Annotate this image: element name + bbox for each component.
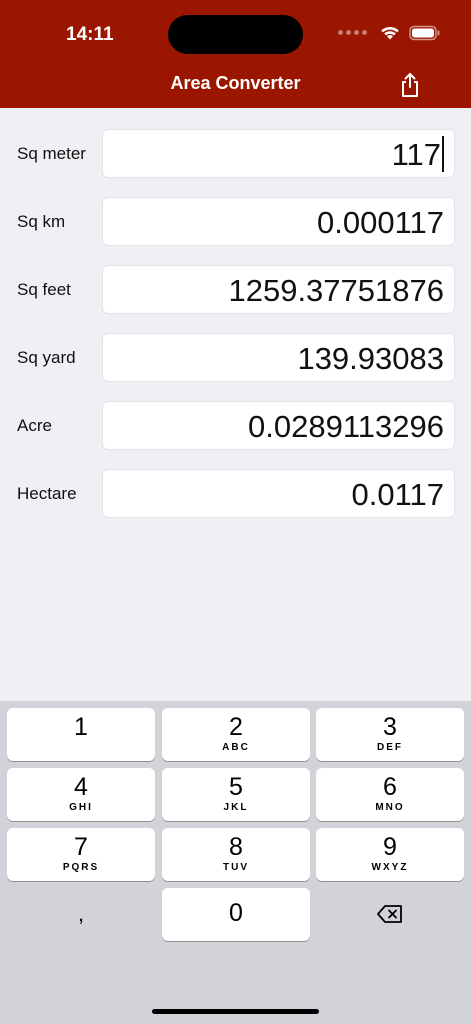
field-label: Sq meter [17,144,86,163]
row-sq-km: Sq km 0.000117 [0,197,471,247]
wifi-icon [381,26,399,40]
key-3[interactable]: 3 DEF [316,708,464,761]
key-0[interactable]: 0 [162,888,310,941]
battery-icon [409,25,440,40]
key-5[interactable]: 5 JKL [162,768,310,821]
cellular-signal-icon [338,30,367,35]
row-acre: Acre 0.0289113296 [0,401,471,451]
key-letters: GHI [69,802,93,813]
key-digit: 4 [74,773,88,801]
key-digit: 9 [383,833,397,861]
status-time: 14:11 [66,24,114,45]
field-label: Acre [17,416,52,435]
field-label: Sq yard [17,348,76,367]
key-letters: PQRS [62,862,100,873]
nav-header: 14:11 Area Converter [0,0,471,108]
key-1[interactable]: 1 [7,708,155,761]
row-sq-yard: Sq yard 139.93083 [0,333,471,383]
dynamic-island [168,15,303,54]
key-9[interactable]: 9 WXYZ [316,828,464,881]
row-hectare: Hectare 0.0117 [0,469,471,519]
sq-meter-input[interactable]: 117 [102,129,455,178]
key-letters: WXYZ [371,862,409,873]
key-2[interactable]: 2 ABC [162,708,310,761]
key-digit: 7 [74,833,88,861]
key-7[interactable]: 7 PQRS [7,828,155,881]
text-caret [442,135,444,172]
delete-backspace-icon [377,905,402,923]
key-digit: 6 [383,773,397,801]
sq-km-input[interactable]: 0.000117 [102,197,455,246]
key-digit: 3 [383,713,397,741]
key-delete[interactable] [316,888,464,941]
share-icon[interactable] [398,72,422,98]
home-indicator [152,1009,319,1014]
row-sq-feet: Sq feet 1259.37751876 [0,265,471,315]
key-6[interactable]: 6 MNO [316,768,464,821]
field-label: Sq km [17,212,66,231]
key-letters: ABC [222,742,250,753]
status-indicators [338,24,441,41]
key-4[interactable]: 4 GHI [7,768,155,821]
numeric-keypad: 1 2 ABC 3 DEF 4 GHI 5 JKL 6 MNO 7 PQRS 8… [0,701,471,1024]
key-digit: 8 [229,833,243,861]
field-label: Sq feet [17,280,71,299]
hectare-input[interactable]: 0.0117 [102,469,455,518]
acre-input[interactable]: 0.0289113296 [102,401,455,450]
key-digit: 0 [229,899,243,927]
key-digit: 2 [229,713,243,741]
key-digit: 5 [229,773,243,801]
key-digit: , [77,901,85,926]
field-label: Hectare [17,484,77,503]
key-8[interactable]: 8 TUV [162,828,310,881]
key-letters: MNO [375,802,405,813]
key-letters: DEF [377,742,403,753]
sq-feet-input[interactable]: 1259.37751876 [102,265,455,314]
key-comma[interactable]: , [7,888,155,941]
key-letters: JKL [223,802,249,813]
key-letters: TUV [223,862,249,873]
key-digit: 1 [74,713,88,741]
row-sq-meter: Sq meter 117 [0,129,471,179]
sq-yard-input[interactable]: 139.93083 [102,333,455,382]
